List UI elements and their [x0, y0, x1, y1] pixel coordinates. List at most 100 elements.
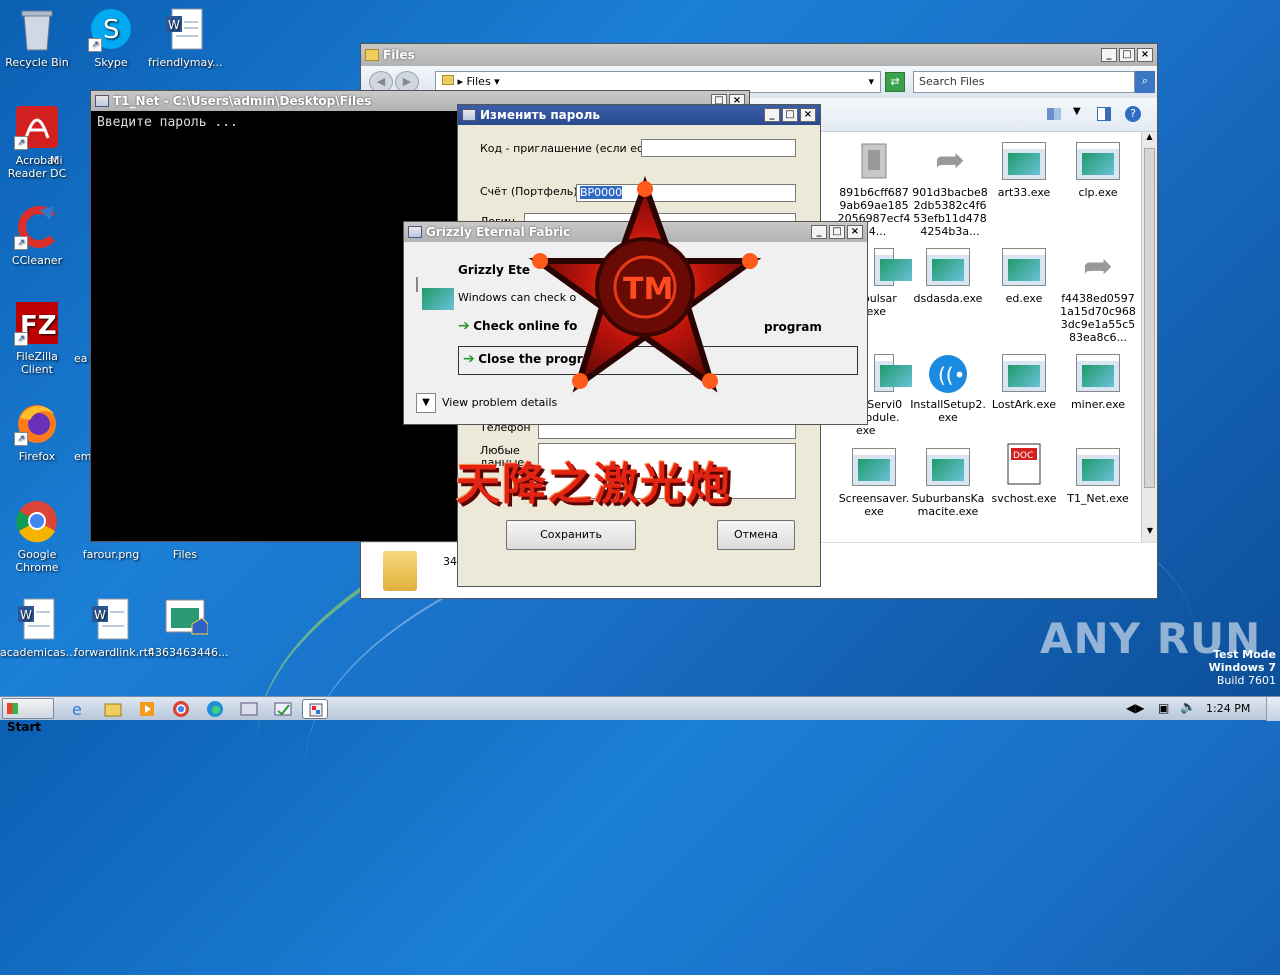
preview-pane-icon[interactable] [1097, 107, 1111, 121]
folder-icon [365, 49, 379, 61]
file-item-dsdasda[interactable]: dsdasda.exe [910, 248, 986, 305]
file-item-miner[interactable]: miner.exe [1060, 354, 1136, 411]
clock[interactable]: 1:24 PM [1206, 702, 1250, 715]
vertical-scrollbar[interactable]: ▲ ▼ [1141, 132, 1157, 542]
explorer-titlebar[interactable]: Files _ □ × [361, 44, 1157, 66]
volume-icon[interactable]: 🔈 [1180, 700, 1196, 715]
close-button[interactable]: × [800, 108, 816, 122]
cancel-button[interactable]: Отмена [717, 520, 795, 550]
shortcut-arrow-icon: ↗ [88, 38, 102, 52]
explorer-taskbar-icon[interactable] [100, 699, 126, 719]
word-document-icon: W [162, 6, 208, 52]
file-item-suburbanskamacite[interactable]: SuburbansKamacite.exe [910, 448, 986, 518]
file-item-901d3bacbe[interactable]: ➦ 901d3bacbe82db5382c4f653efb11d4784254b… [912, 142, 988, 239]
minimize-button[interactable]: _ [764, 108, 780, 122]
executable-icon [874, 248, 912, 286]
edge-taskbar-icon[interactable] [202, 699, 228, 719]
desktop-icon-forwardlink[interactable]: W forwardlink.rtf [74, 596, 152, 659]
desktop-icon-skype[interactable]: S ↗ Skype [74, 6, 148, 69]
ie-taskbar-icon[interactable]: e [66, 699, 92, 719]
ccleaner-icon: ↗ [14, 204, 60, 250]
close-button[interactable]: × [847, 225, 863, 239]
desktop-icon-label: forwardlink.rtf [74, 646, 152, 659]
help-icon[interactable]: ? [1125, 106, 1141, 122]
search-icon[interactable]: ⌕ [1135, 71, 1155, 93]
svg-text:W: W [20, 608, 32, 622]
scrollbar-thumb[interactable] [1144, 148, 1155, 488]
desktop-icon-filezilla[interactable]: FZ ↗ FileZilla Client [0, 300, 74, 376]
green-arrow-icon: ➔ [458, 318, 470, 334]
chinese-banner-text: 天降之激光炮 [456, 459, 732, 510]
desktop-icon-ccleaner[interactable]: ↗ CCleaner [0, 204, 74, 267]
breadcrumb-folder[interactable]: Files [467, 75, 491, 88]
desktop-icon-4363463446[interactable]: 4363463446... [148, 596, 228, 659]
chevron-down-icon[interactable]: ▼ [1073, 106, 1081, 117]
word-document-icon: W [14, 596, 60, 642]
maximize-button[interactable]: □ [1119, 48, 1135, 62]
desktop-icon-label: academicas... [0, 646, 77, 659]
media-player-taskbar-icon[interactable] [134, 699, 160, 719]
executable-icon [1076, 354, 1120, 392]
file-item-t1net[interactable]: T1_Net.exe [1060, 448, 1136, 505]
desktop-icon-farour[interactable]: farour.png [74, 548, 148, 561]
os-label: Windows 7 [1208, 661, 1276, 674]
file-item-art33[interactable]: art33.exe [986, 142, 1062, 199]
desktop-icon-mi[interactable]: Mi [50, 154, 90, 167]
file-item-svchost[interactable]: DOC svchost.exe [986, 442, 1062, 505]
scroll-down-icon[interactable]: ▼ [1142, 526, 1158, 542]
file-item-ed[interactable]: ed.exe [986, 248, 1062, 305]
file-item-screensaver[interactable]: Screensaver.exe [836, 448, 912, 518]
refresh-button[interactable]: ⇄ [885, 72, 905, 92]
password-dialog-titlebar[interactable]: Изменить пароль _ □ × [458, 105, 820, 125]
maximize-button[interactable]: □ [782, 108, 798, 122]
svg-text:DOC: DOC [1013, 451, 1033, 461]
minimize-button[interactable]: _ [1101, 48, 1117, 62]
file-item-clp[interactable]: clp.exe [1060, 142, 1136, 199]
desktop-icon-firefox[interactable]: ↗ Firefox [0, 400, 74, 463]
invite-code-input[interactable] [641, 139, 796, 157]
executable-icon [1002, 354, 1046, 392]
file-name: ed.exe [1005, 292, 1043, 305]
desktop-icon-recycle-bin[interactable]: Recycle Bin [0, 6, 74, 69]
minimize-button[interactable]: _ [811, 225, 827, 239]
window-title: Изменить пароль [480, 108, 600, 122]
show-hidden-icons-button[interactable]: ◀▶ [1126, 701, 1144, 715]
save-button[interactable]: Сохранить [506, 520, 636, 550]
file-item-installsetup2[interactable]: ((•)) InstallSetup2.exe [910, 354, 986, 424]
file-name: LostArk.exe [991, 398, 1057, 411]
chevron-down-icon[interactable]: ▾ [494, 75, 500, 88]
file-item-lostark[interactable]: LostArk.exe [986, 354, 1062, 411]
file-name: dsdasda.exe [913, 292, 983, 305]
invite-code-label: Код - приглашение (если есть) [480, 142, 661, 155]
chevron-down-icon[interactable]: ▼ [416, 393, 436, 413]
desktop-icon-friendlymay[interactable]: W friendlymay... [148, 6, 223, 69]
shortcut-arrow-icon: ↗ [14, 236, 28, 250]
error-dialog-taskbar-icon[interactable] [270, 699, 296, 719]
file-item-f4438ed[interactable]: ➦ f4438ed05971a15d70c9683dc9e1a55c583ea8… [1060, 248, 1136, 345]
show-desktop-button[interactable] [1266, 697, 1280, 721]
executable-icon [926, 248, 970, 286]
desktop-icon-files[interactable]: Files [148, 548, 222, 561]
network-icon[interactable]: ▣ [1158, 701, 1169, 715]
scroll-up-icon[interactable]: ▲ [1142, 132, 1157, 148]
network-app-taskbar-icon[interactable] [236, 699, 262, 719]
desktop-icon-chrome[interactable]: Google Chrome [0, 498, 74, 574]
password-app-taskbar-icon[interactable] [302, 699, 328, 719]
view-options-icon[interactable] [1047, 108, 1061, 120]
desktop-icon-label: Files [172, 548, 198, 561]
address-dropdown-icon[interactable]: ▾ [868, 75, 874, 88]
search-placeholder: Search Files [919, 75, 985, 88]
chrome-taskbar-icon[interactable] [168, 699, 194, 719]
details-folder-label: 34 [443, 555, 457, 568]
start-button[interactable]: Start [2, 698, 54, 734]
windows-logo-icon [7, 703, 18, 714]
file-name: 901d3bacbe82db5382c4f653efb11d4784254b3a… [912, 186, 988, 238]
desktop-icon-label: Mi [50, 154, 63, 167]
maximize-button[interactable]: □ [829, 225, 845, 239]
desktop-icon-acrobat[interactable]: ↗ Acrobat Reader DC [0, 104, 74, 180]
close-button[interactable]: × [1137, 48, 1153, 62]
desktop-icon-academicas[interactable]: W academicas... [0, 596, 77, 659]
file-name: Screensaver.exe [838, 492, 910, 518]
search-input[interactable]: Search Files [913, 71, 1135, 93]
file-name: T1_Net.exe [1067, 492, 1129, 505]
